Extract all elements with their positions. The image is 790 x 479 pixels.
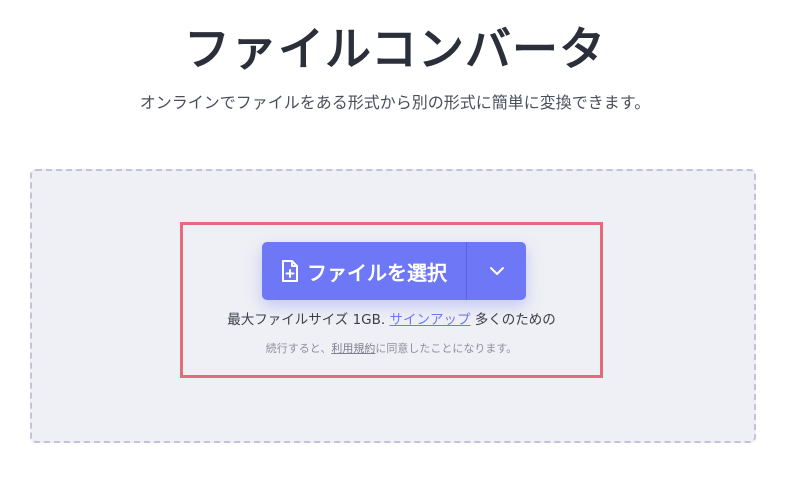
upload-limit-info: 最大ファイルサイズ 1GB. サインアップ 多くのための (180, 310, 603, 330)
terms-suffix: に同意したことになります。 (375, 342, 518, 355)
signup-link[interactable]: サインアップ (389, 312, 470, 328)
terms-link[interactable]: 利用規約 (331, 342, 375, 355)
choose-file-label: ファイルを選択 (307, 260, 447, 285)
terms-prefix: 続行すると、 (265, 342, 332, 355)
page-title: ファイルコンバータ (183, 22, 607, 76)
page-subtitle: オンラインでファイルをある形式から別の形式に簡単に変換できます。 (139, 93, 651, 112)
info-prefix: 最大ファイルサイズ 1GB. (227, 312, 390, 328)
choose-file-button[interactable]: ファイルを選択 (262, 242, 466, 300)
chevron-down-icon (489, 266, 505, 276)
terms-notice: 続行すると、利用規約に同意したことになります。 (180, 341, 603, 357)
info-suffix: 多くのための (470, 312, 556, 328)
file-add-icon (281, 260, 299, 282)
page: ファイルコンバータ オンラインでファイルをある形式から別の形式に簡単に変換できま… (0, 0, 790, 479)
upload-button-group: ファイルを選択 (262, 242, 526, 300)
upload-source-dropdown-button[interactable] (467, 242, 526, 300)
